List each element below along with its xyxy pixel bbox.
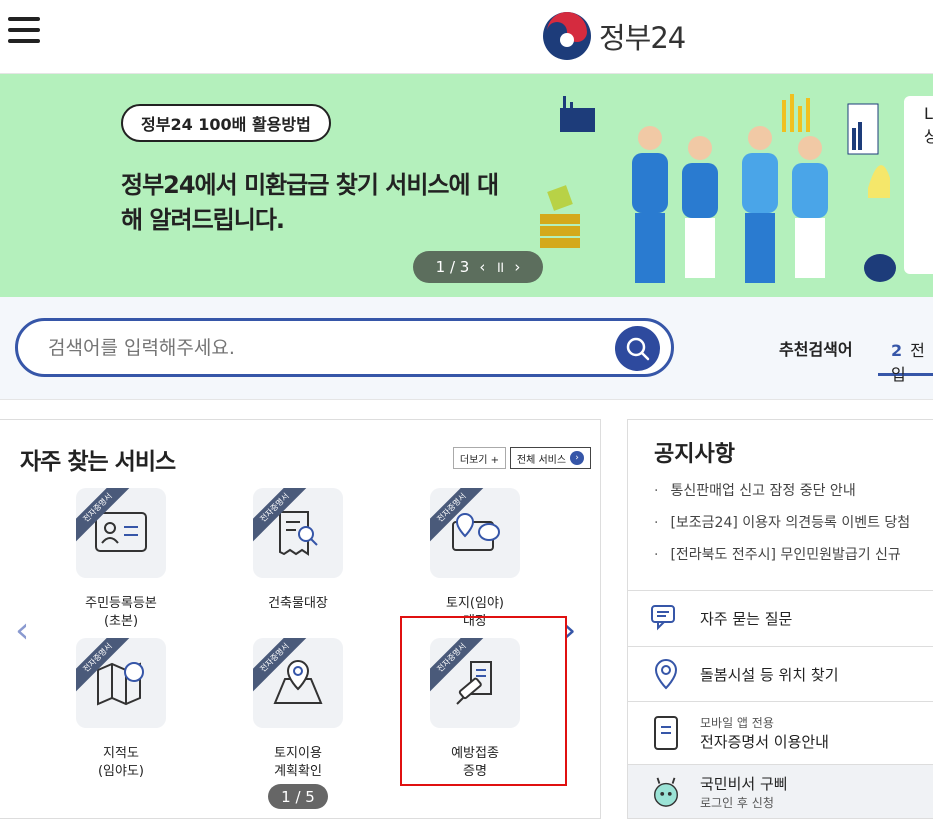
notice-title: 공지사항 [654,442,735,467]
quick-link-label: 전자증명서 이용안내 [700,733,829,751]
header: 정부24 [0,0,933,74]
service-item-resident-register[interactable]: 전자증명서 주민등록등본 (초본) [56,488,186,631]
hamburger-icon[interactable] [8,17,40,47]
services-title: 자주 찾는 서비스 [20,449,176,475]
quick-link-small: 모바일 앱 전용 [700,716,774,730]
prev-slide-icon[interactable]: ‹ [479,258,485,276]
location-pin-icon [650,658,682,690]
quick-link-e-cert-guide[interactable]: 모바일 앱 전용전자증명서 이용안내 [627,702,933,765]
quick-link-text: 모바일 앱 전용전자증명서 이용안내 [700,714,829,752]
taegeuk-logo-icon [543,12,591,60]
faq-icon [650,603,682,635]
service-item-land-use[interactable]: 전자증명서 토지이용 계획확인 [233,638,363,781]
service-icon-tile: 전자증명서 [76,488,166,578]
all-services-button[interactable]: 전체 서비스 › [510,447,591,469]
pause-icon[interactable]: ॥ [495,257,504,277]
promo-banner[interactable]: 정부24 100배 활용방법 정부24에서 미환급금 찾기 서비스에 대해 알려… [0,74,933,297]
search-button[interactable] [615,326,660,371]
service-item-land-register[interactable]: 전자증명서 토지(임야) 대장 [410,488,540,631]
search-area: 추천검색어 2전입 [0,297,933,400]
service-item-building-register[interactable]: 전자증명서 건축물대장 [233,488,363,613]
cadastral-map-icon [97,662,144,706]
all-services-label: 전체 서비스 [516,454,567,466]
document-search-icon [279,511,318,556]
service-label: 지적도 (임야도) [97,746,145,779]
service-icon-tile: 전자증명서 [430,488,520,578]
service-label: 건축물대장 [268,596,328,611]
more-button[interactable]: 더보기 + [453,447,506,469]
service-icon-tile: 전자증명서 [76,638,166,728]
land-map-icon [452,512,500,551]
quick-link-care-location[interactable]: 돌봄시설 등 위치 찾기 [627,647,933,702]
quick-link-label: 국민비서 구삐 [700,774,788,793]
quick-link-text: 국민비서 구삐로그인 후 신청 [700,773,788,811]
search-icon [626,337,649,360]
quick-link-faq[interactable]: 자주 묻는 질문 [627,591,933,647]
prev-services-icon[interactable]: ‹ [15,610,29,651]
search-box [15,318,674,377]
gov24-logo[interactable]: 정부24 [541,10,686,62]
quick-link-label: 자주 묻는 질문 [700,610,793,628]
notice-item[interactable]: [보조금24] 이용자 의견등록 이벤트 당첨 [654,512,933,544]
banner-tag: 정부24 100배 활용방법 [121,104,331,142]
quick-link-small: 로그인 후 신청 [700,795,774,810]
quick-link-label: 돌봄시설 등 위치 찾기 [700,665,839,684]
service-icon-tile: 전자증명서 [253,638,343,728]
service-icon-tile: 전자증명서 [253,488,343,578]
service-label: 주민등록등본 (초본) [85,596,157,629]
banner-text: 정부24에서 미환급금 찾기 서비스에 대해 알려드립니다. [121,171,499,234]
logo-text: 정부24 [599,21,686,55]
quick-link-gupi[interactable]: 국민비서 구삐로그인 후 신청 [627,765,933,819]
mobile-cert-icon [650,716,682,750]
banner-illustration [540,94,896,283]
frequent-services-panel: 자주 찾는 서비스 더보기 + 전체 서비스 › ‹ › 전자증명서 주민등록등본… [0,419,601,819]
service-label: 토지이용 계획확인 [274,746,322,779]
service-item-cadastral-map[interactable]: 전자증명서 지적도 (임야도) [56,638,186,781]
services-pager: 1 / 5 [268,784,328,809]
chevron-right-icon: › [570,451,585,465]
id-card-icon [95,512,147,552]
notice-item[interactable]: [전라북도 전주시] 무인민원발급기 신규 [654,544,933,576]
banner-side-card[interactable]: L 상 [904,96,933,274]
banner-controls: 1 / 3 ‹ ॥ › [413,251,543,283]
notice-item[interactable]: 통신판매업 신고 잠정 중단 안내 [654,480,933,512]
notice-panel: 공지사항 통신판매업 신고 잠정 중단 안내 [보조금24] 이용자 의견등록 … [627,419,933,591]
search-input[interactable] [48,334,608,362]
land-use-icon [273,659,323,704]
secretary-gupi-icon [650,776,682,808]
notice-list: 통신판매업 신고 잠정 중단 안내 [보조금24] 이용자 의견등록 이벤트 당… [654,480,933,576]
keyword-rank: 2 [891,341,903,360]
recommended-keyword[interactable]: 2 전입 [878,322,933,384]
highlight-box [400,616,567,786]
banner-pager: 1 / 3 [435,258,470,276]
recommended-keywords-label: 추천검색어 [779,340,853,359]
next-slide-icon[interactable]: › [514,258,520,276]
